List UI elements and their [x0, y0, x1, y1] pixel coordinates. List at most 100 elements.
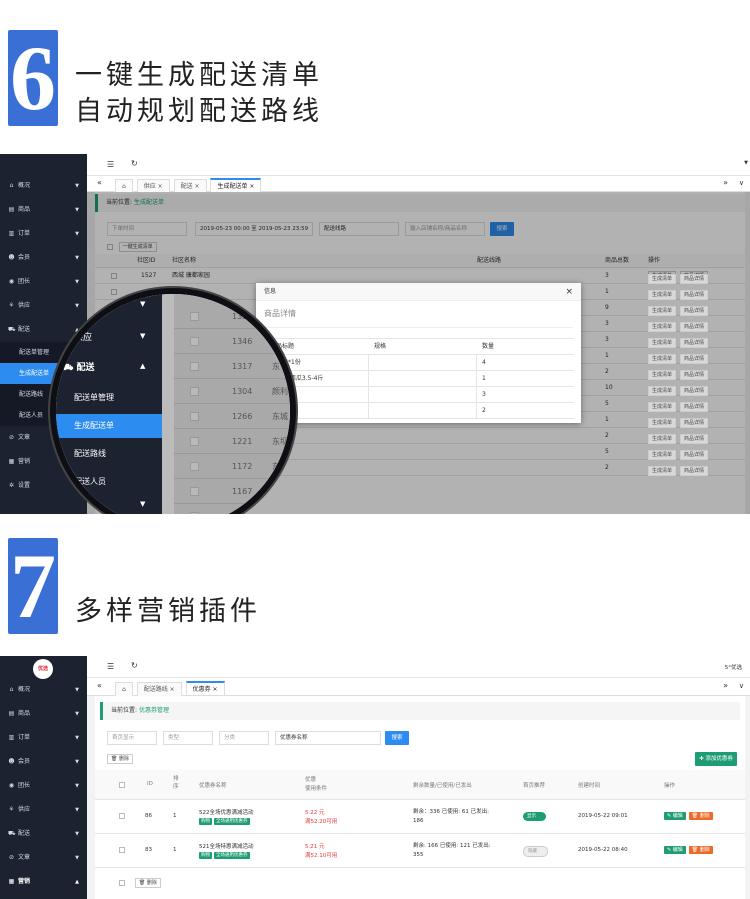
row-checkbox[interactable] [190, 362, 199, 371]
app-logo: 优选 [33, 659, 53, 679]
tab-delivery-route[interactable]: 配送路线 × [136, 682, 182, 696]
chevron-down-icon: ▼ [75, 831, 79, 837]
generate-list-row-button[interactable]: 生成清单 [648, 290, 677, 300]
zoom-subitem[interactable]: 配送路线 [56, 442, 162, 466]
select-all-checkbox-bottom[interactable] [119, 879, 125, 886]
sidebar-item[interactable]: ☻ 会员 ▼ [0, 750, 87, 774]
generate-list-row-button[interactable]: 生成清单 [648, 466, 677, 476]
sidebar-icon: ▥ [8, 734, 15, 741]
add-coupon-button[interactable]: ✚ 添加优惠券 [695, 752, 737, 766]
goods-detail-row-button[interactable]: 商品详情 [680, 450, 709, 460]
generate-list-row-button[interactable]: 生成清单 [648, 274, 677, 284]
delete-button[interactable]: 🗑 删除 [688, 846, 713, 854]
search-button[interactable]: 搜索 [385, 731, 409, 745]
zoom-table-row: 1346 [174, 329, 290, 354]
zoom-subitem[interactable]: 配送人员 [56, 470, 162, 494]
goods-detail-row-button[interactable]: 商品详情 [680, 466, 709, 476]
goods-detail-row-button[interactable]: 商品详情 [680, 322, 709, 332]
edit-button[interactable]: ✎ 编辑 [664, 812, 686, 820]
generate-list-row-button[interactable]: 生成清单 [648, 386, 677, 396]
refresh-icon[interactable]: ↻ [131, 661, 138, 670]
tab-coupons[interactable]: 优惠券 × [185, 681, 225, 695]
generate-list-row-button[interactable]: 生成清单 [648, 450, 677, 460]
generate-list-row-button[interactable]: 生成清单 [648, 306, 677, 316]
generate-list-row-button[interactable]: 生成清单 [648, 418, 677, 428]
zoom-divider [162, 294, 174, 514]
section7-line1: 多样营销插件 [75, 596, 261, 627]
goods-detail-row-button[interactable]: 商品详情 [680, 274, 709, 284]
row-checkbox[interactable] [190, 437, 199, 446]
screenshot-coupons: 优选 ⌂ 概况 ▼ ▤ 商品 ▼ ▥ 订单 ▼ ☻ 会员 ▼ ◉ 团长 ▼ ⚘ 供应 ▼ ⛟ 配送 ▼ ⊘ 文章 ▼ ▦ 营销 ▲ … [0, 656, 750, 899]
sidebar-item[interactable]: ▥ 订单 ▼ [0, 726, 87, 750]
sidebar-item[interactable]: ⚘供应 ▼ [0, 798, 87, 822]
sidebar-item[interactable]: ⌂ 概况 ▼ [0, 678, 87, 702]
user-menu[interactable]: 5°优选 [725, 663, 742, 671]
row-checkbox[interactable] [119, 813, 125, 819]
zoom-subitem[interactable]: 生成配送单 [56, 414, 162, 438]
tab-menu-icon[interactable]: ∨ [739, 682, 744, 690]
zoom-subitem[interactable]: 配送单管理 [56, 386, 162, 410]
delete-button-bottom[interactable]: 🗑 删除 [134, 878, 161, 888]
row-checkbox[interactable] [190, 462, 199, 471]
goods-detail-row-button[interactable]: 商品详情 [680, 386, 709, 396]
goods-detail-row-button[interactable]: 商品详情 [680, 338, 709, 348]
sidebar-item-label: 商品 [18, 710, 31, 717]
goods-detail-row-button[interactable]: 商品详情 [680, 418, 709, 428]
row-actions: 生成清单 商品详情 [648, 466, 712, 476]
scope-badge: 全场通用优惠券 [214, 852, 250, 859]
goods-detail-row-button[interactable]: 商品详情 [680, 402, 709, 412]
home-tab[interactable]: ⌂ [115, 682, 133, 696]
sidebar-item[interactable]: ◉ 团长 ▼ [0, 774, 87, 798]
content-area: 当前位置: 优惠券管理 首页显示 类型 分类 优惠券名称 搜索 ✚ 添加优惠券 … [95, 696, 745, 899]
type-badge: 购物 [199, 818, 212, 825]
home-toggle[interactable]: 显示 [523, 812, 546, 821]
delete-button-top[interactable]: 🗑 删除 [107, 754, 137, 764]
row-checkbox[interactable] [190, 387, 199, 396]
sidebar-item[interactable]: ▦ 营销 ▲ [0, 870, 87, 894]
goods-detail-row-button[interactable]: 商品详情 [680, 434, 709, 444]
generate-list-row-button[interactable]: 生成清单 [648, 322, 677, 332]
row-checkbox[interactable] [190, 487, 199, 496]
tab-bar: « ⌂ 配送路线 × 优惠券 × » ∨ [87, 678, 750, 696]
sidebar-item[interactable]: ⊘文章 ▼ [0, 846, 87, 870]
section6-line1: 一键生成配送清单 [75, 60, 323, 91]
goods-detail-row-button[interactable]: 商品详情 [680, 354, 709, 364]
row-checkbox[interactable] [190, 337, 199, 346]
close-icon[interactable]: × [565, 283, 573, 301]
menu-toggle-icon[interactable]: ☰ [107, 662, 114, 671]
goods-detail-row-button[interactable]: 商品详情 [680, 290, 709, 300]
row-checkbox[interactable] [119, 847, 125, 853]
row-actions: 生成清单 商品详情 [648, 354, 712, 364]
chevron-down-icon: ▼ [75, 783, 79, 789]
row-checkbox[interactable] [190, 512, 199, 514]
goods-detail-row-button[interactable]: 商品详情 [680, 370, 709, 380]
category-select[interactable]: 分类 [219, 731, 269, 745]
delete-button[interactable]: 🗑 删除 [688, 812, 713, 820]
row-checkbox[interactable] [190, 412, 199, 421]
zoom-menu-delivery[interactable]: ⛟ 配送 [62, 360, 94, 374]
home-display-select[interactable]: 首页显示 [107, 731, 157, 745]
generate-list-row-button[interactable]: 生成清单 [648, 402, 677, 412]
sidebar-item[interactable]: ⛟ 配送 ▼ [0, 822, 87, 846]
zoom-table-row: 1304 颜利 [174, 379, 290, 404]
coupon-name-input[interactable]: 优惠券名称 [275, 731, 381, 745]
generate-list-row-button[interactable]: 生成清单 [648, 354, 677, 364]
tab-scroll-right-icon[interactable]: » [723, 681, 728, 690]
generate-list-row-button[interactable]: 生成清单 [648, 338, 677, 348]
sidebar-item[interactable]: ▤ 商品 ▼ [0, 702, 87, 726]
table-header: ID 排序 优惠券名称 优惠 使用条件 剩余数量/已使用/已发出 首页推荐 创建… [95, 770, 745, 800]
select-all-checkbox[interactable] [119, 782, 125, 788]
row-actions: 生成清单 商品详情 [648, 290, 712, 300]
tab-scroll-left-icon[interactable]: « [97, 681, 102, 690]
home-toggle[interactable]: 隐藏 [523, 846, 548, 857]
row-actions: 生成清单 商品详情 [648, 370, 712, 380]
row-checkbox[interactable] [190, 312, 199, 321]
generate-list-row-button[interactable]: 生成清单 [648, 370, 677, 380]
edit-button[interactable]: ✎ 编辑 [664, 846, 686, 854]
generate-list-row-button[interactable]: 生成清单 [648, 434, 677, 444]
row-actions: 生成清单 商品详情 [648, 434, 712, 444]
goods-detail-row-button[interactable]: 商品详情 [680, 306, 709, 316]
type-select[interactable]: 类型 [163, 731, 213, 745]
row-actions: 生成清单 商品详情 [648, 386, 712, 396]
sidebar-item-label: 配送 [18, 830, 31, 837]
